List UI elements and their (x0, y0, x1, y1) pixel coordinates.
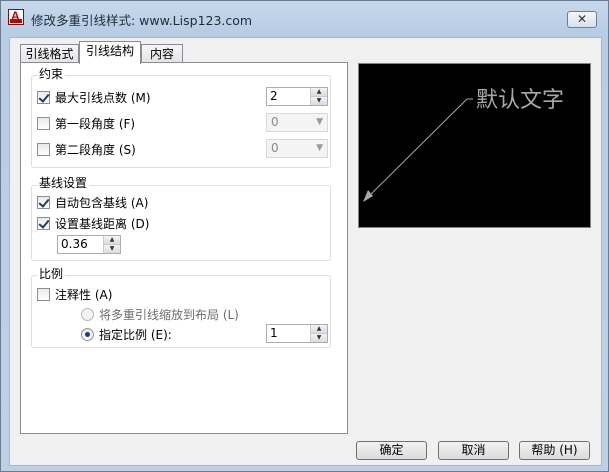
spin-down-icon[interactable]: ▼ (311, 334, 327, 342)
close-button[interactable]: ✕ (567, 11, 597, 28)
auto-include-label: 自动包含基线 (A) (55, 196, 149, 210)
window-title: 修改多重引线样式: www.Lisp123.com (31, 13, 253, 28)
second-angle-select[interactable]: 0 ▼ (266, 139, 328, 158)
max-points-label: 最大引线点数 (M) (55, 91, 151, 105)
leader-preview: 默认文字 (358, 63, 591, 228)
first-angle-checkbox[interactable] (37, 117, 50, 130)
specify-scale-label: 指定比例 (E): (99, 328, 172, 342)
landing-distance-value: 0.36 (61, 237, 88, 251)
second-angle-label: 第二段角度 (S) (55, 143, 136, 157)
scale-value-spinner[interactable]: 1 ▲ ▼ (266, 324, 328, 343)
landing-group-label: 基线设置 (37, 176, 90, 190)
cancel-button[interactable]: 取消 (438, 441, 509, 460)
max-points-checkbox[interactable] (37, 91, 50, 104)
second-angle-checkbox[interactable] (37, 143, 50, 156)
auto-include-checkbox[interactable] (37, 196, 50, 209)
scale-to-layout-label: 将多重引线缩放到布局 (L) (99, 308, 239, 322)
tab-panel: 约束 最大引线点数 (M) 2 ▲ ▼ 第一段角度 (F) 0 ▼ 第二段角度 … (20, 62, 348, 434)
chevron-down-icon: ▼ (316, 117, 323, 127)
second-angle-value: 0 (271, 141, 279, 155)
first-angle-select[interactable]: 0 ▼ (266, 113, 328, 132)
chevron-down-icon: ▼ (316, 143, 323, 153)
landing-distance-spinner[interactable]: 0.36 ▲ ▼ (57, 235, 121, 254)
specify-scale-radio[interactable] (81, 328, 94, 341)
max-points-value: 2 (270, 89, 278, 103)
scale-to-layout-radio[interactable] (81, 308, 94, 321)
help-button[interactable]: 帮助 (H) (519, 441, 590, 460)
scale-value: 1 (270, 326, 278, 340)
preview-default-text: 默认文字 (476, 88, 565, 113)
spin-down-icon[interactable]: ▼ (311, 97, 327, 105)
dialog-client: 引线格式 引线结构 内容 约束 最大引线点数 (M) 2 ▲ ▼ 第一段角度 (… (9, 37, 602, 466)
spin-up-icon[interactable]: ▲ (311, 325, 327, 334)
title-bar: A 修改多重引线样式: www.Lisp123.com ✕ (1, 1, 608, 35)
spin-down-icon[interactable]: ▼ (104, 245, 120, 253)
ok-button[interactable]: 确定 (356, 441, 427, 460)
first-angle-label: 第一段角度 (F) (55, 117, 136, 131)
dialog-window: A 修改多重引线样式: www.Lisp123.com ✕ 引线格式 引线结构 … (0, 0, 609, 472)
tab-leader-format[interactable]: 引线格式 (20, 44, 79, 64)
arrowhead-icon (363, 190, 373, 202)
spin-up-icon[interactable]: ▲ (311, 88, 327, 97)
annotative-checkbox[interactable] (37, 288, 50, 301)
tab-content[interactable]: 内容 (141, 44, 183, 64)
first-angle-value: 0 (271, 115, 279, 129)
constraints-group-label: 约束 (37, 67, 66, 81)
max-points-spinner[interactable]: 2 ▲ ▼ (266, 87, 328, 106)
tab-leader-structure[interactable]: 引线结构 (79, 41, 141, 64)
set-distance-checkbox[interactable] (37, 217, 50, 230)
set-distance-label: 设置基线距离 (D) (55, 217, 150, 231)
scale-group-label: 比例 (37, 267, 66, 281)
annotative-label: 注释性 (A) (55, 288, 113, 302)
autocad-icon: A (8, 9, 24, 25)
spin-up-icon[interactable]: ▲ (104, 236, 120, 245)
